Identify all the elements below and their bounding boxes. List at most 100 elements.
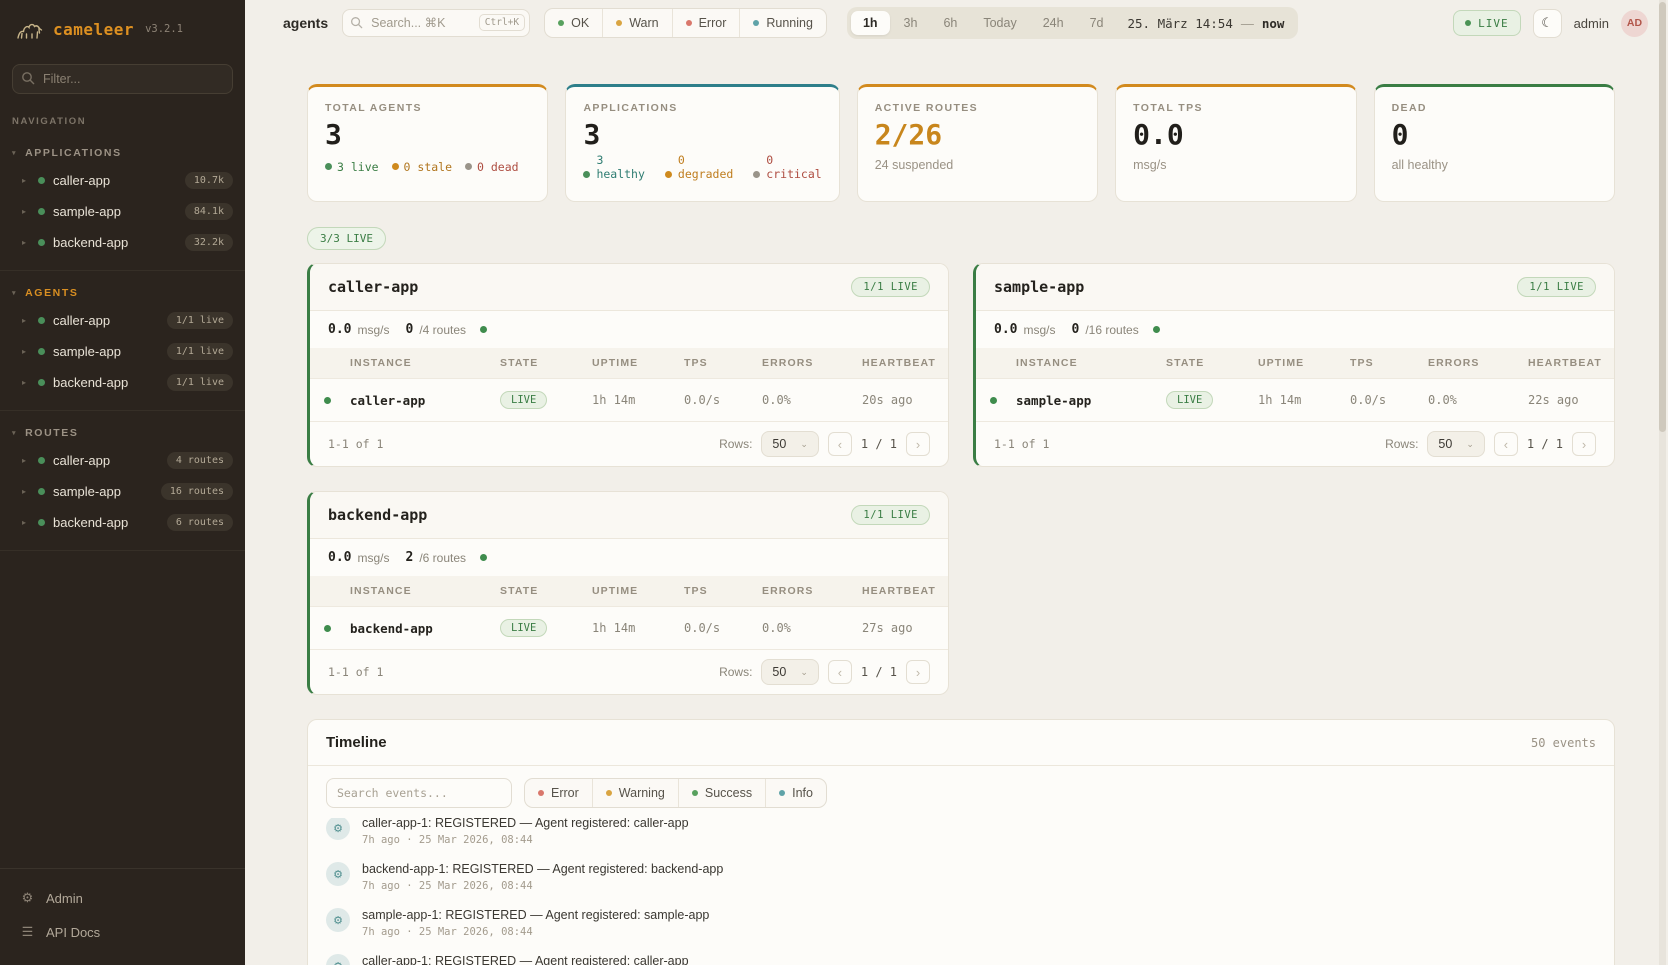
status-dot	[38, 519, 45, 526]
timeline-events-list[interactable]: ⚙ caller-app-1: REGISTERED — Agent regis…	[308, 818, 1614, 965]
sidebar-header-routes[interactable]: ▾ ROUTES	[0, 421, 245, 445]
sidebar-item-admin[interactable]: ⚙ Admin	[0, 881, 245, 915]
filter-chip-warning[interactable]: Warning	[593, 779, 679, 807]
col-instance[interactable]: INSTANCE	[344, 576, 494, 607]
range-today[interactable]: Today	[971, 11, 1028, 35]
col-heartbeat[interactable]: HEARTBEAT	[1522, 348, 1614, 379]
stat-card-total-agents: TOTAL AGENTS 3 3 live 0 stale 0 dead	[307, 84, 548, 202]
event-title: backend-app-1: REGISTERED — Agent regist…	[362, 862, 723, 876]
ok-dot-icon	[558, 20, 564, 26]
prev-page-button[interactable]: ‹	[828, 660, 852, 684]
col-state[interactable]: STATE	[494, 348, 586, 379]
table-row[interactable]: caller-app LIVE 1h 14m 0.0/s 0.0% 20s ag…	[310, 379, 948, 422]
gear-icon: ⚙	[20, 890, 35, 906]
col-state[interactable]: STATE	[1160, 348, 1252, 379]
col-errors[interactable]: ERRORS	[756, 348, 856, 379]
sidebar-item-agent-backend-app[interactable]: ▸ backend-app 1/1 live	[0, 367, 245, 398]
degraded-label: degraded	[678, 167, 733, 181]
prev-page-button[interactable]: ‹	[828, 432, 852, 456]
timeline-search-input[interactable]	[326, 778, 512, 808]
state-badge: LIVE	[500, 619, 547, 637]
timeline-event[interactable]: ⚙ sample-app-1: REGISTERED — Agent regis…	[326, 900, 1596, 946]
filter-chip-running[interactable]: Running	[740, 9, 826, 37]
sidebar-item-agent-caller-app[interactable]: ▸ caller-app 1/1 live	[0, 305, 245, 336]
timeline-event[interactable]: ⚙ backend-app-1: REGISTERED — Agent regi…	[326, 854, 1596, 900]
col-heartbeat[interactable]: HEARTBEAT	[856, 348, 948, 379]
avatar[interactable]: AD	[1621, 10, 1648, 37]
col-instance[interactable]: INSTANCE	[344, 348, 494, 379]
status-dot	[38, 348, 45, 355]
filter-chip-error[interactable]: Error	[673, 9, 741, 37]
filter-chip-info[interactable]: Info	[766, 779, 826, 807]
sidebar-item-agent-sample-app[interactable]: ▸ sample-app 1/1 live	[0, 336, 245, 367]
filter-chip-ok[interactable]: OK	[545, 9, 603, 37]
sidebar-item-routes-backend-app[interactable]: ▸ backend-app 6 routes	[0, 507, 245, 538]
sidebar-item-caller-app[interactable]: ▸ caller-app 10.7k	[0, 165, 245, 196]
sidebar-item-api-docs[interactable]: ☰ API Docs	[0, 915, 245, 949]
critical-label: critical	[766, 167, 821, 181]
timeline-event[interactable]: ⚙ caller-app-1: REGISTERED — Agent regis…	[326, 946, 1596, 965]
range-3h[interactable]: 3h	[892, 11, 930, 35]
event-meta: 7h ago · 25 Mar 2026, 08:44	[362, 880, 723, 892]
rows-per-page-select[interactable]: 50 ⌄	[761, 431, 818, 457]
live-status-badge[interactable]: LIVE	[1453, 10, 1521, 36]
scrollbar-thumb[interactable]	[1659, 2, 1666, 432]
next-page-button[interactable]: ›	[1572, 432, 1596, 456]
sidebar-header-applications[interactable]: ▾ APPLICATIONS	[0, 141, 245, 165]
col-tps[interactable]: TPS	[1344, 348, 1422, 379]
filter-chip-success[interactable]: Success	[679, 779, 766, 807]
sidebar-item-backend-app[interactable]: ▸ backend-app 32.2k	[0, 227, 245, 258]
range-24h[interactable]: 24h	[1031, 11, 1076, 35]
app-live-badge: 1/1 LIVE	[851, 505, 930, 525]
instance-name: backend-app	[344, 607, 494, 650]
info-dot-icon	[779, 790, 785, 796]
event-title: caller-app-1: REGISTERED — Agent registe…	[362, 954, 689, 965]
prev-page-button[interactable]: ‹	[1494, 432, 1518, 456]
col-tps[interactable]: TPS	[678, 348, 756, 379]
filter-chip-warn[interactable]: Warn	[603, 9, 672, 37]
range-7d[interactable]: 7d	[1078, 11, 1116, 35]
sidebar-item-routes-sample-app[interactable]: ▸ sample-app 16 routes	[0, 476, 245, 507]
theme-toggle-button[interactable]: ☾	[1533, 9, 1562, 38]
event-icon: ⚙	[326, 818, 350, 840]
table-row[interactable]: backend-app LIVE 1h 14m 0.0/s 0.0% 27s a…	[310, 607, 948, 650]
chevron-right-icon: ▸	[22, 347, 30, 356]
col-state[interactable]: STATE	[494, 576, 586, 607]
range-1h[interactable]: 1h	[851, 11, 890, 35]
status-dot	[38, 488, 45, 495]
filter-chip-error[interactable]: Error	[525, 779, 593, 807]
chevron-down-icon: ⌄	[1466, 439, 1474, 450]
sidebar-item-sample-app[interactable]: ▸ sample-app 84.1k	[0, 196, 245, 227]
table-row[interactable]: sample-app LIVE 1h 14m 0.0/s 0.0% 22s ag…	[976, 379, 1614, 422]
col-heartbeat[interactable]: HEARTBEAT	[856, 576, 948, 607]
live-dot-icon	[1465, 20, 1471, 26]
col-instance[interactable]: INSTANCE	[1010, 348, 1160, 379]
col-tps[interactable]: TPS	[678, 576, 756, 607]
col-errors[interactable]: ERRORS	[1422, 348, 1522, 379]
col-uptime[interactable]: UPTIME	[586, 348, 678, 379]
sidebar: cameleer v3.2.1 NAVIGATION ▾ APPLICATION…	[0, 0, 245, 965]
sidebar-item-routes-caller-app[interactable]: ▸ caller-app 4 routes	[0, 445, 245, 476]
state-badge: LIVE	[1166, 391, 1213, 409]
degraded-count: 0	[678, 153, 733, 167]
next-page-button[interactable]: ›	[906, 432, 930, 456]
col-uptime[interactable]: UPTIME	[586, 576, 678, 607]
filter-input[interactable]	[12, 64, 233, 94]
range-6h[interactable]: 6h	[931, 11, 969, 35]
col-uptime[interactable]: UPTIME	[1252, 348, 1344, 379]
tps-value: 0.0	[328, 322, 351, 337]
app-card-header: backend-app 1/1 LIVE	[310, 492, 948, 539]
chevron-right-icon: ▸	[22, 238, 30, 247]
sidebar-header-agents[interactable]: ▾ AGENTS	[0, 281, 245, 305]
rows-per-page-select[interactable]: 50 ⌄	[761, 659, 818, 685]
timeline-event[interactable]: ⚙ caller-app-1: REGISTERED — Agent regis…	[326, 818, 1596, 854]
section-title: AGENTS	[25, 287, 78, 299]
app-card-backend-app: backend-app 1/1 LIVE 0.0 msg/s 2 /6 rout…	[307, 491, 949, 695]
col-errors[interactable]: ERRORS	[756, 576, 856, 607]
rows-value: 50	[772, 665, 786, 679]
sidebar-item-label: caller-app	[53, 173, 110, 188]
rows-per-page-select[interactable]: 50 ⌄	[1427, 431, 1484, 457]
next-page-button[interactable]: ›	[906, 660, 930, 684]
table-footer: 1-1 of 1 Rows: 50 ⌄ ‹ 1 / 1 ›	[310, 649, 948, 694]
app-card-header: caller-app 1/1 LIVE	[310, 264, 948, 311]
